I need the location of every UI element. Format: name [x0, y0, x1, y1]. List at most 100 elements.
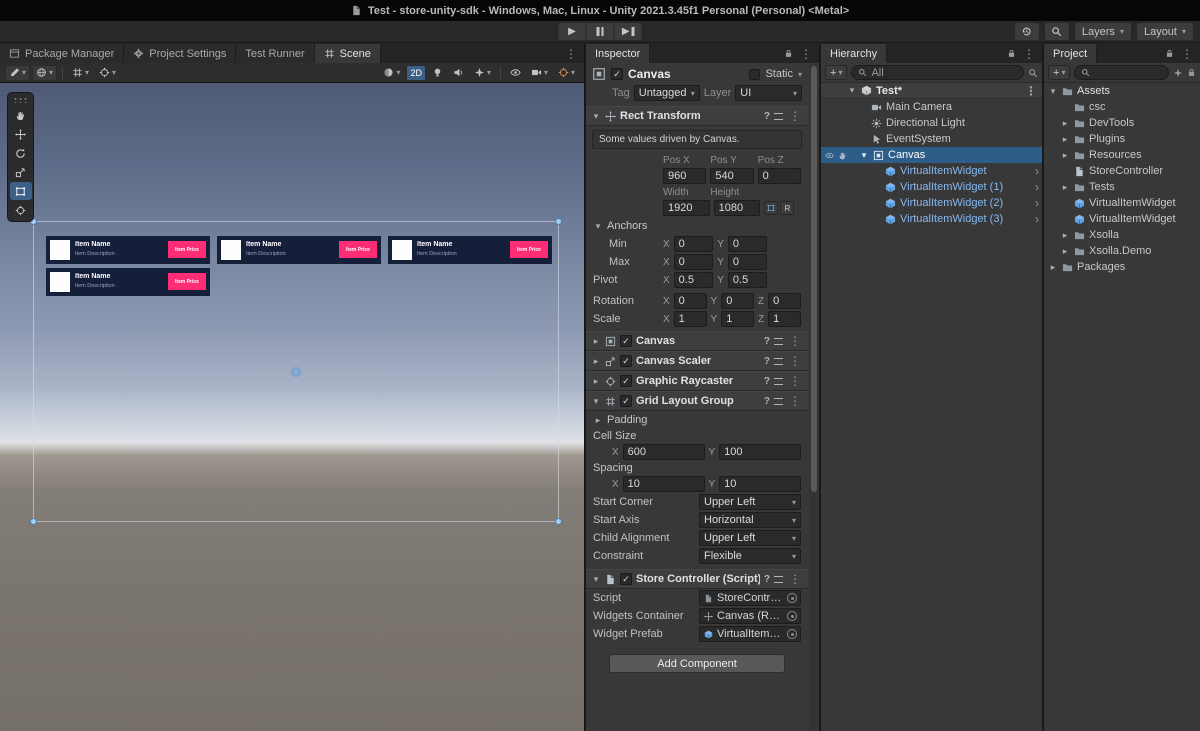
layer-dropdown[interactable]: UI▾ — [735, 85, 802, 101]
hierarchy-item-eventsystem[interactable]: EventSystem — [821, 131, 1042, 147]
item-price-button[interactable]: Item Price — [339, 241, 377, 258]
presets-icon[interactable] — [774, 398, 783, 405]
pos-z-field[interactable]: 0 — [758, 168, 801, 184]
help-icon[interactable]: ? — [764, 574, 770, 585]
rotate-tool[interactable] — [10, 144, 32, 162]
anchor-min-y-field[interactable]: 0 — [728, 236, 768, 252]
tab-inspector[interactable]: Inspector — [586, 44, 650, 63]
help-icon[interactable]: ? — [764, 111, 770, 122]
search-by-type-icon[interactable] — [1173, 68, 1183, 78]
anchor-max-y-field[interactable]: 0 — [728, 254, 768, 270]
lock-icon[interactable] — [1187, 68, 1196, 77]
prefab-open-chevron[interactable]: › — [1035, 166, 1039, 176]
store-controller-header[interactable]: ▾ ✓ Store Controller (Script) ? ⋮ — [586, 569, 808, 589]
rect-handle-bottom-left[interactable] — [30, 518, 37, 525]
scene-audio-toggle[interactable] — [449, 65, 468, 81]
lock-icon[interactable] — [1165, 49, 1174, 58]
project-item-devtools[interactable]: ▸ DevTools — [1044, 115, 1200, 131]
scene-viewport[interactable]: Item Name Item Description Item Price It… — [0, 83, 584, 731]
prefab-open-chevron[interactable]: › — [1035, 182, 1039, 192]
pivot-mode-dropdown[interactable]: ▾ — [32, 65, 57, 81]
visibility-eye-icon[interactable] — [825, 151, 834, 160]
virtual-item-widget-card[interactable]: Item Name Item Description Item Price — [388, 236, 552, 264]
tab-hierarchy[interactable]: Hierarchy — [821, 44, 887, 63]
project-search-input[interactable] — [1074, 65, 1169, 80]
project-item-xsolla[interactable]: ▸ Xsolla — [1044, 227, 1200, 243]
project-item-tests[interactable]: ▸ Tests — [1044, 179, 1200, 195]
component-menu-kebab[interactable]: ⋮ — [787, 572, 803, 586]
tab-project[interactable]: Project — [1044, 44, 1097, 63]
snap-settings-dropdown[interactable]: ▾ — [95, 65, 120, 81]
scrollbar-thumb[interactable] — [811, 66, 817, 492]
project-item-virtualitemwidget-prefab[interactable]: VirtualItemWidget — [1044, 195, 1200, 211]
search-options-icon[interactable] — [1028, 68, 1038, 78]
tab-scene[interactable]: Scene — [315, 44, 381, 63]
component-enabled-checkbox[interactable]: ✓ — [620, 395, 632, 407]
rect-tool[interactable] — [10, 182, 32, 200]
camera-settings-dropdown[interactable]: ▾ — [527, 65, 552, 81]
anchors-foldout-row[interactable]: ▾ Anchors — [586, 217, 808, 235]
anchor-min-x-field[interactable]: 0 — [674, 236, 714, 252]
script-object-field[interactable]: StoreController — [699, 590, 801, 606]
presets-icon[interactable] — [774, 113, 783, 120]
scene-menu-kebab[interactable]: ⋮ — [1023, 84, 1039, 98]
transform-tool[interactable] — [10, 201, 32, 219]
foldout-arrow[interactable]: ▾ — [859, 150, 869, 161]
pivot-gizmo[interactable] — [291, 367, 301, 377]
lock-icon[interactable] — [1007, 49, 1016, 58]
help-icon[interactable]: ? — [764, 396, 770, 407]
inspector-scrollbar[interactable] — [809, 64, 818, 730]
hierarchy-item-canvas[interactable]: ▾ Canvas — [821, 147, 1042, 163]
pivot-y-field[interactable]: 0.5 — [728, 272, 768, 288]
add-component-button[interactable]: Add Component — [609, 654, 785, 673]
tab-package-manager[interactable]: Package Manager — [0, 44, 124, 63]
tab-project-settings[interactable]: Project Settings — [124, 44, 236, 63]
presets-icon[interactable] — [774, 358, 783, 365]
tag-dropdown[interactable]: Untagged▾ — [634, 85, 700, 101]
child-alignment-dropdown[interactable]: Upper Left▾ — [699, 530, 801, 546]
rect-handle-bottom-right[interactable] — [555, 518, 562, 525]
foldout-arrow[interactable]: ▾ — [847, 85, 857, 96]
foldout-arrow[interactable]: ▸ — [1060, 150, 1070, 161]
spacing-y-field[interactable]: 10 — [719, 476, 801, 492]
pos-x-field[interactable]: 960 — [663, 168, 706, 184]
static-checkbox[interactable] — [749, 69, 760, 80]
foldout-arrow[interactable]: ▾ — [1048, 86, 1058, 97]
project-root-assets[interactable]: ▾ Assets — [1044, 83, 1200, 99]
height-field[interactable]: 1080 — [714, 200, 761, 216]
component-menu-kebab[interactable]: ⋮ — [787, 334, 803, 348]
constraint-dropdown[interactable]: Flexible▾ — [699, 548, 801, 564]
foldout-arrow[interactable]: ▸ — [1060, 134, 1070, 145]
foldout-arrow[interactable]: ▸ — [1060, 230, 1070, 241]
component-enabled-checkbox[interactable]: ✓ — [620, 335, 632, 347]
step-button[interactable]: ▶ — [614, 22, 643, 41]
pickability-icon[interactable] — [838, 151, 847, 160]
rect-handle-top-right[interactable] — [555, 218, 562, 225]
foldout-arrow[interactable]: ▸ — [1048, 262, 1058, 273]
create-object-button[interactable]: +▾ — [825, 65, 847, 80]
rotation-y-field[interactable]: 0 — [721, 293, 754, 309]
layers-dropdown[interactable]: Layers▾ — [1074, 22, 1132, 41]
graphic-raycaster-header[interactable]: ▸ ✓ Graphic Raycaster ? ⋮ — [586, 371, 808, 391]
project-item-virtualitemwidget-prefab-2[interactable]: VirtualItemWidget — [1044, 211, 1200, 227]
pivot-x-field[interactable]: 0.5 — [674, 272, 714, 288]
presets-icon[interactable] — [774, 338, 783, 345]
component-enabled-checkbox[interactable]: ✓ — [620, 355, 632, 367]
prefab-open-chevron[interactable]: › — [1035, 198, 1039, 208]
width-field[interactable]: 1920 — [663, 200, 710, 216]
raw-edit-mode-toggle[interactable]: R — [780, 201, 794, 215]
scale-tool[interactable] — [10, 163, 32, 181]
scale-z-field[interactable]: 1 — [768, 311, 801, 327]
component-enabled-checkbox[interactable]: ✓ — [620, 573, 632, 585]
item-price-button[interactable]: Item Price — [168, 241, 206, 258]
widget-prefab-object-field[interactable]: VirtualItemWidget (Virt — [699, 626, 801, 642]
play-button[interactable]: ▶ — [558, 22, 587, 41]
object-picker-icon[interactable] — [787, 611, 797, 621]
view-hand-tool[interactable] — [10, 106, 32, 124]
item-price-button[interactable]: Item Price — [168, 273, 206, 290]
start-corner-dropdown[interactable]: Upper Left▾ — [699, 494, 801, 510]
project-item-storecontroller[interactable]: StoreController — [1044, 163, 1200, 179]
help-icon[interactable]: ? — [764, 356, 770, 367]
hierarchy-item-virtualitemwidget-3[interactable]: VirtualItemWidget (3) › — [821, 211, 1042, 227]
component-menu-kebab[interactable]: ⋮ — [787, 394, 803, 408]
